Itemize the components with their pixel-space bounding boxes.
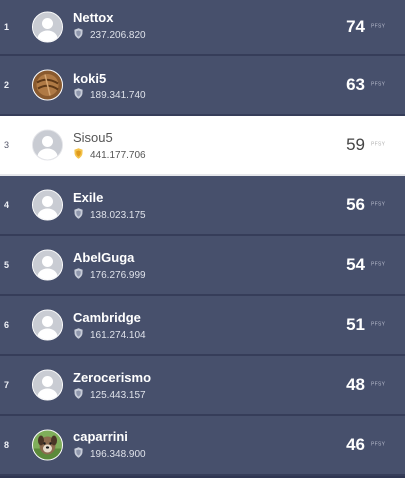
default-avatar-icon[interactable] (32, 249, 63, 281)
leaderboard-row[interactable]: 2 koki5 189.341.740 63 PFSY (0, 56, 405, 116)
player-name[interactable]: Nettox (73, 10, 113, 25)
player-value: 189.341.740 (90, 90, 146, 101)
player-name[interactable]: Exile (73, 190, 103, 205)
player-name[interactable]: AbelGuga (73, 250, 134, 265)
score-unit: PFSY (371, 441, 386, 448)
score-value: 56 (346, 195, 365, 214)
player-value: 125.443.157 (90, 390, 146, 401)
player-value: 196.348.900 (90, 449, 146, 460)
shield-icon (74, 88, 83, 99)
rank-number: 5 (4, 260, 10, 270)
score-unit: PFSY (371, 321, 386, 328)
score-value: 59 (346, 135, 365, 154)
player-value: 441.177.706 (90, 150, 146, 161)
shield-icon (74, 328, 83, 339)
leaderboard-row[interactable]: 6 Cambridge 161.274.104 51 PFSY (0, 296, 405, 356)
player-name[interactable]: Sisou5 (73, 130, 113, 145)
brown-photo-avatar[interactable] (32, 69, 63, 101)
shield-icon (74, 148, 83, 159)
rank-number: 3 (4, 140, 10, 150)
default-avatar-icon[interactable] (32, 189, 63, 221)
score-value: 46 (346, 435, 365, 454)
shield-icon (74, 268, 83, 279)
rank-number: 8 (4, 440, 10, 450)
score-value: 74 (346, 17, 365, 36)
leaderboard-row[interactable]: 4 Exile 138.023.175 56 PFSY (0, 176, 405, 236)
default-avatar-icon[interactable] (32, 11, 63, 43)
score-unit: PFSY (371, 141, 386, 148)
player-name[interactable]: Zerocerismo (73, 370, 151, 385)
score-unit: PFSY (371, 81, 386, 88)
score-value: 54 (346, 255, 365, 274)
player-value: 138.023.175 (90, 210, 146, 221)
shield-icon (74, 28, 83, 39)
leaderboard-row[interactable]: 5 AbelGuga 176.276.999 54 PFSY (0, 236, 405, 296)
player-value: 237.206.820 (90, 30, 146, 41)
score-value: 63 (346, 75, 365, 94)
shield-icon (74, 388, 83, 399)
leaderboard-row[interactable]: 1 Nettox 237.206.820 74 PFSY (0, 0, 405, 56)
leaderboard-row-highlighted[interactable]: 3 Sisou5 441.177.706 59 PFSY (0, 116, 405, 176)
default-avatar-icon[interactable] (32, 309, 63, 341)
leaderboard: 1 Nettox 237.206.820 74 PFSY 2 koki5 189… (0, 0, 405, 478)
leaderboard-row[interactable]: 7 Zerocerismo 125.443.157 48 PFSY (0, 356, 405, 416)
player-name[interactable]: Cambridge (73, 310, 141, 325)
score-unit: PFSY (371, 261, 386, 268)
score-unit: PFSY (371, 23, 386, 30)
player-value: 176.276.999 (90, 270, 146, 281)
score-unit: PFSY (371, 201, 386, 208)
rank-number: 4 (4, 200, 10, 210)
score-value: 51 (346, 315, 365, 334)
default-avatar-icon[interactable] (32, 369, 63, 401)
rank-number: 1 (4, 22, 10, 32)
score-value: 48 (346, 375, 365, 394)
rank-number: 2 (4, 80, 10, 90)
dog-photo-avatar[interactable] (32, 429, 63, 461)
rank-number: 7 (4, 380, 10, 390)
shield-icon (74, 447, 83, 458)
player-name[interactable]: koki5 (73, 71, 106, 86)
player-name[interactable]: caparrini (73, 429, 128, 444)
score-unit: PFSY (371, 381, 386, 388)
leaderboard-row[interactable]: 8 caparrini 196.348.900 46 PFSY (0, 416, 405, 476)
default-avatar-icon[interactable] (32, 129, 63, 161)
shield-icon (74, 208, 83, 219)
rank-number: 6 (4, 320, 10, 330)
player-value: 161.274.104 (90, 330, 146, 341)
